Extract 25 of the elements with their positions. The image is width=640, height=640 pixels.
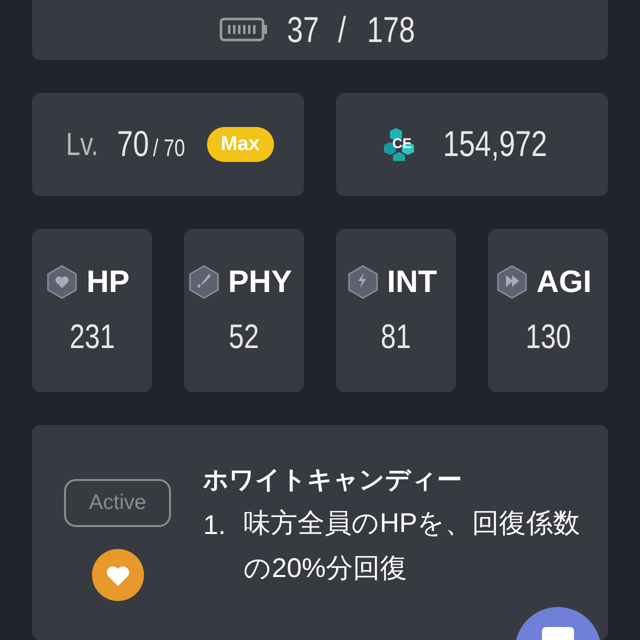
stamina-separator: / (338, 8, 346, 51)
level-max: / 70 (152, 135, 185, 164)
stat-label: INT (387, 264, 437, 300)
stat-value: 130 (525, 318, 571, 357)
skill-name: ホワイトキャンディー (203, 464, 464, 496)
skill-type-tag: Active (64, 478, 172, 527)
stat-label: HP (86, 264, 130, 300)
stamina-current: 37 (286, 8, 319, 51)
stamina-max: 178 (367, 8, 416, 51)
stat-label: AGI (536, 264, 592, 300)
speed-hexagon-icon (496, 264, 528, 299)
sword-hexagon-icon (188, 264, 220, 299)
level-current: 70 (116, 123, 149, 166)
level-label: Lv. (66, 126, 99, 163)
heart-hexagon-icon (46, 264, 78, 299)
battery-icon (218, 16, 269, 43)
combat-effectiveness-value: 154,972 (442, 123, 548, 166)
effect-text: 味方全員のHPを、回復係数の20%分回復 (244, 506, 582, 585)
stat-value: 81 (380, 318, 412, 357)
stat-value: 231 (69, 318, 115, 357)
bolt-hexagon-icon (347, 264, 380, 299)
effect-number: 1. (203, 510, 226, 542)
stat-value: 52 (228, 318, 260, 357)
stat-label: PHY (228, 264, 292, 300)
max-badge: Max (206, 126, 274, 162)
